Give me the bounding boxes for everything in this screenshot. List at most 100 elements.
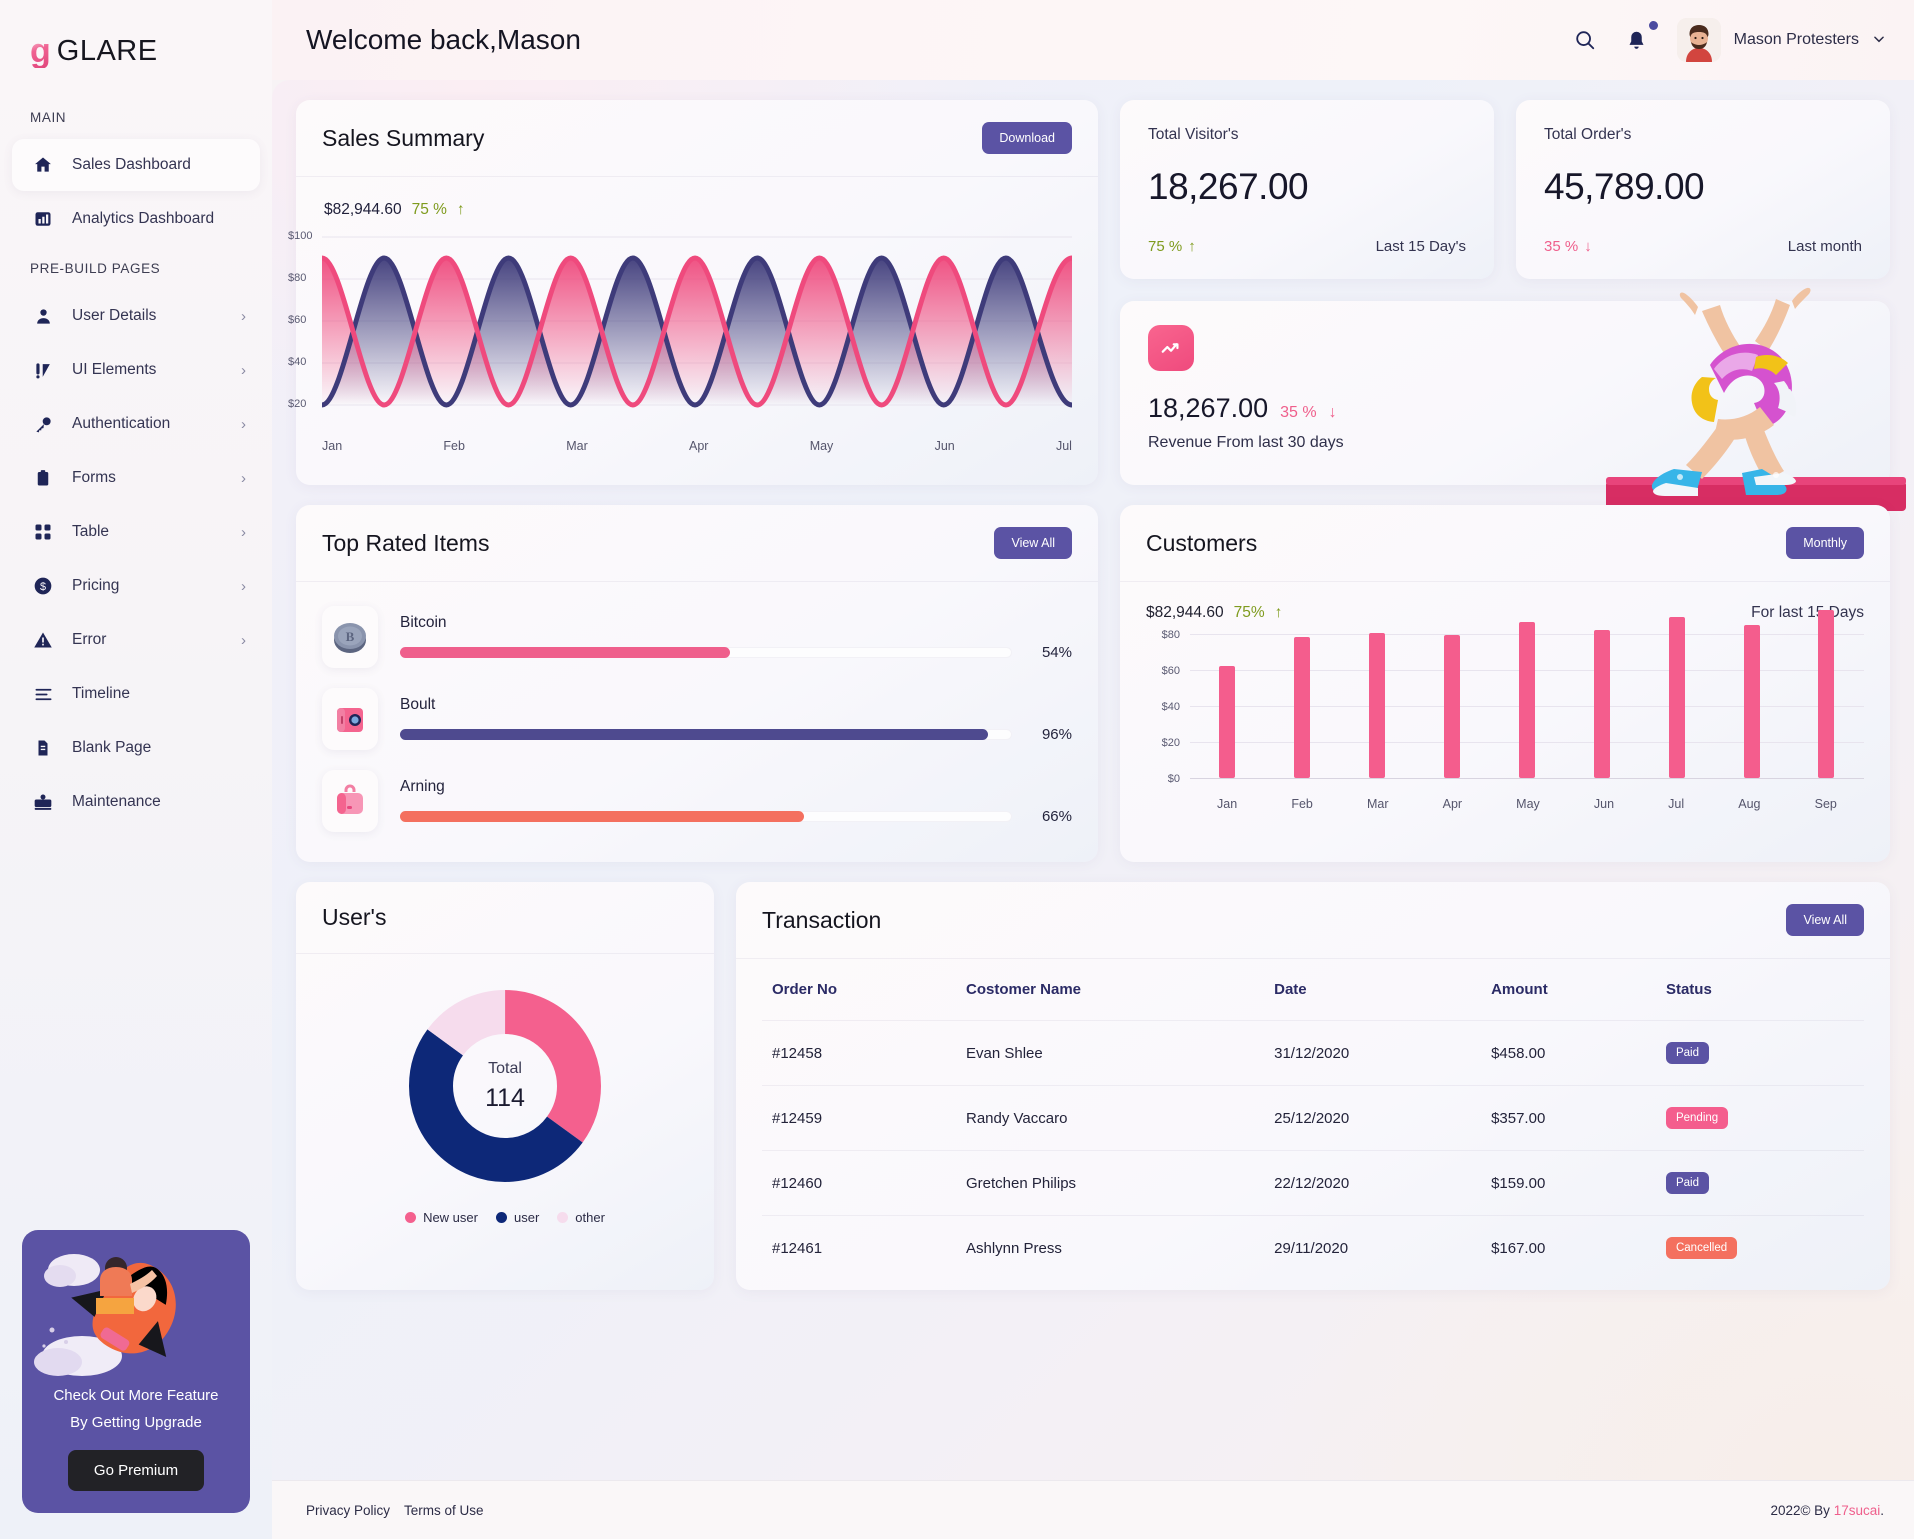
sidebar-item-authentication[interactable]: Authentication ›	[12, 398, 260, 450]
legend-item-new-user: New user	[405, 1210, 478, 1225]
legend-label: other	[575, 1210, 605, 1225]
list-item[interactable]: B Bitcoin 54%	[322, 606, 1072, 668]
cell-amount: $159.00	[1481, 1150, 1656, 1216]
donut-total-label: Total	[488, 1059, 522, 1077]
sidebar-item-table[interactable]: Table ›	[12, 506, 260, 558]
bell-icon[interactable]	[1626, 20, 1658, 51]
revenue-value: 18,267.00	[1148, 393, 1269, 423]
footer: Privacy Policy Terms of Use 2022© By 17s…	[272, 1480, 1914, 1539]
status-badge: Paid	[1665, 1172, 1709, 1194]
sidebar-item-pricing[interactable]: $ Pricing ›	[12, 560, 260, 612]
table-row[interactable]: #12459 Randy Vaccaro 25/12/2020 $357.00 …	[762, 1085, 1864, 1151]
customers-body: $82,944.60 75% ↑ For last 15 Days $80 $6…	[1120, 582, 1890, 833]
sidebar-item-analytics-dashboard[interactable]: Analytics Dashboard	[12, 193, 260, 245]
sidebar-item-user-details[interactable]: User Details ›	[12, 290, 260, 342]
table-row[interactable]: #12461 Ashlynn Press 29/11/2020 $167.00 …	[762, 1215, 1864, 1280]
progress-fill	[400, 646, 731, 658]
legend-dot	[495, 1212, 507, 1223]
sidebar-item-error[interactable]: Error ›	[12, 614, 260, 666]
sales-summary-title: Sales Summary	[322, 124, 485, 151]
customers-amount: $82,944.60	[1146, 604, 1224, 621]
sidebar-item-sales-dashboard[interactable]: Sales Dashboard	[12, 139, 260, 191]
x-tick-jul: Jul	[1668, 797, 1685, 811]
progress-track[interactable]	[400, 810, 1012, 822]
terms-of-use-link[interactable]: Terms of Use	[404, 1503, 484, 1518]
cell-status: Paid	[1655, 1020, 1864, 1086]
transaction-view-all-button[interactable]: View All	[1786, 904, 1864, 936]
transaction-header: Transaction View All	[736, 882, 1890, 959]
total-visitors-change: 75 %	[1148, 238, 1183, 255]
sidebar-item-ui-elements[interactable]: UI Elements ›	[12, 344, 260, 396]
status-badge: Cancelled	[1665, 1237, 1738, 1259]
sales-metric: $82,944.60 75 % ↑	[322, 197, 1072, 229]
chevron-right-icon: ›	[241, 523, 246, 541]
sales-amount: $82,944.60	[324, 201, 402, 218]
list-item[interactable]: Arning 66%	[322, 770, 1072, 832]
download-button[interactable]: Download	[982, 122, 1072, 154]
top-rated-header: Top Rated Items View All	[296, 505, 1098, 582]
y-tick-0: $0	[1167, 773, 1180, 785]
brand-credit-link[interactable]: 17sucai	[1834, 1503, 1881, 1518]
sidebar-item-maintenance[interactable]: Maintenance	[12, 776, 260, 828]
column-order-no: Order No	[772, 981, 838, 998]
sidebar-nav: MAIN Sales Dashboard Analytics Dashboard…	[0, 80, 272, 1216]
item-name: Arning	[400, 777, 445, 795]
y-tick-80: $80	[1161, 629, 1180, 641]
x-tick-mar: Mar	[1366, 797, 1389, 811]
top-rated-view-all-button[interactable]: View All	[994, 527, 1072, 559]
sidebar-item-timeline[interactable]: Timeline	[12, 668, 260, 720]
ui-elements-icon	[32, 359, 54, 381]
column-status: Status	[1665, 981, 1712, 998]
total-orders-change: 35 %	[1544, 238, 1579, 255]
total-orders-value: 45,789.00	[1544, 166, 1705, 207]
status-badge: Pending	[1665, 1107, 1729, 1129]
brand-logo[interactable]: g GLARE	[0, 0, 272, 80]
x-tick-aug: Aug	[1738, 797, 1761, 811]
cell-status: Paid	[1655, 1150, 1864, 1216]
progress-track[interactable]	[400, 728, 1012, 740]
bar-chart-icon	[32, 208, 54, 230]
table-row[interactable]: #12460 Gretchen Philips 22/12/2020 $159.…	[762, 1150, 1864, 1216]
privacy-policy-link[interactable]: Privacy Policy	[306, 1503, 390, 1518]
y-tick-20: $20	[1161, 737, 1180, 749]
y-tick-20: $20	[288, 398, 307, 410]
sidebar-item-forms[interactable]: Forms ›	[12, 452, 260, 504]
go-premium-button[interactable]: Go Premium	[67, 1450, 205, 1491]
legend-dot	[557, 1212, 569, 1223]
revenue-subtitle: Revenue From last 30 days	[1148, 434, 1344, 451]
top-rated-items-card: Top Rated Items View All B Bitcoin 54% B…	[296, 505, 1098, 862]
cell-order: #12458	[762, 1020, 956, 1086]
progress-row: 96%	[400, 726, 1072, 743]
x-tick-jan: Jan	[322, 439, 343, 453]
x-tick-feb: Feb	[443, 439, 465, 453]
legend-item-user: user	[495, 1210, 539, 1225]
arrow-up-icon: ↑	[1274, 604, 1283, 621]
chevron-right-icon: ›	[241, 631, 246, 649]
sales-summary-card: Sales Summary Download $82,944.60 75 % ↑	[288, 100, 1098, 485]
list-item[interactable]: Boult 96%	[322, 688, 1072, 750]
item-percent: 96%	[1041, 725, 1072, 743]
table-row[interactable]: #12458 Evan Shlee 31/12/2020 $458.00 Pai…	[762, 1020, 1864, 1086]
customers-title: Customers	[1146, 529, 1258, 556]
users-donut-chart: Total 114 New user user other	[296, 954, 714, 1235]
progress-track[interactable]	[400, 646, 1012, 658]
users-title: User's	[322, 904, 387, 930]
chevron-right-icon: ›	[241, 307, 246, 325]
customers-card: Customers Monthly $82,944.60 75% ↑ For l…	[1120, 505, 1890, 862]
customers-period: For last 15 Days	[1751, 604, 1864, 621]
x-tick-mar: Mar	[566, 439, 588, 453]
search-icon[interactable]	[1574, 29, 1596, 51]
user-menu[interactable]: Mason Protesters	[1676, 18, 1886, 62]
copyright-period: .	[1880, 1502, 1884, 1518]
chevron-down-icon[interactable]	[1872, 32, 1886, 49]
promo-card: Check Out More Feature By Getting Upgrad…	[22, 1229, 250, 1513]
sidebar-item-label: Blank Page	[72, 739, 152, 756]
notification-dot	[1648, 20, 1658, 30]
donut-center: Total 114	[407, 988, 603, 1184]
revenue-card: 18,267.00 35 % ↓ Revenue From last 30 da…	[1120, 287, 1906, 511]
chevron-right-icon: ›	[241, 469, 246, 487]
sidebar-item-blank-page[interactable]: Blank Page	[12, 722, 260, 774]
bar-apr	[1444, 635, 1461, 778]
arrow-down-icon: ↓	[1328, 404, 1337, 421]
monthly-button[interactable]: Monthly	[1786, 527, 1864, 559]
